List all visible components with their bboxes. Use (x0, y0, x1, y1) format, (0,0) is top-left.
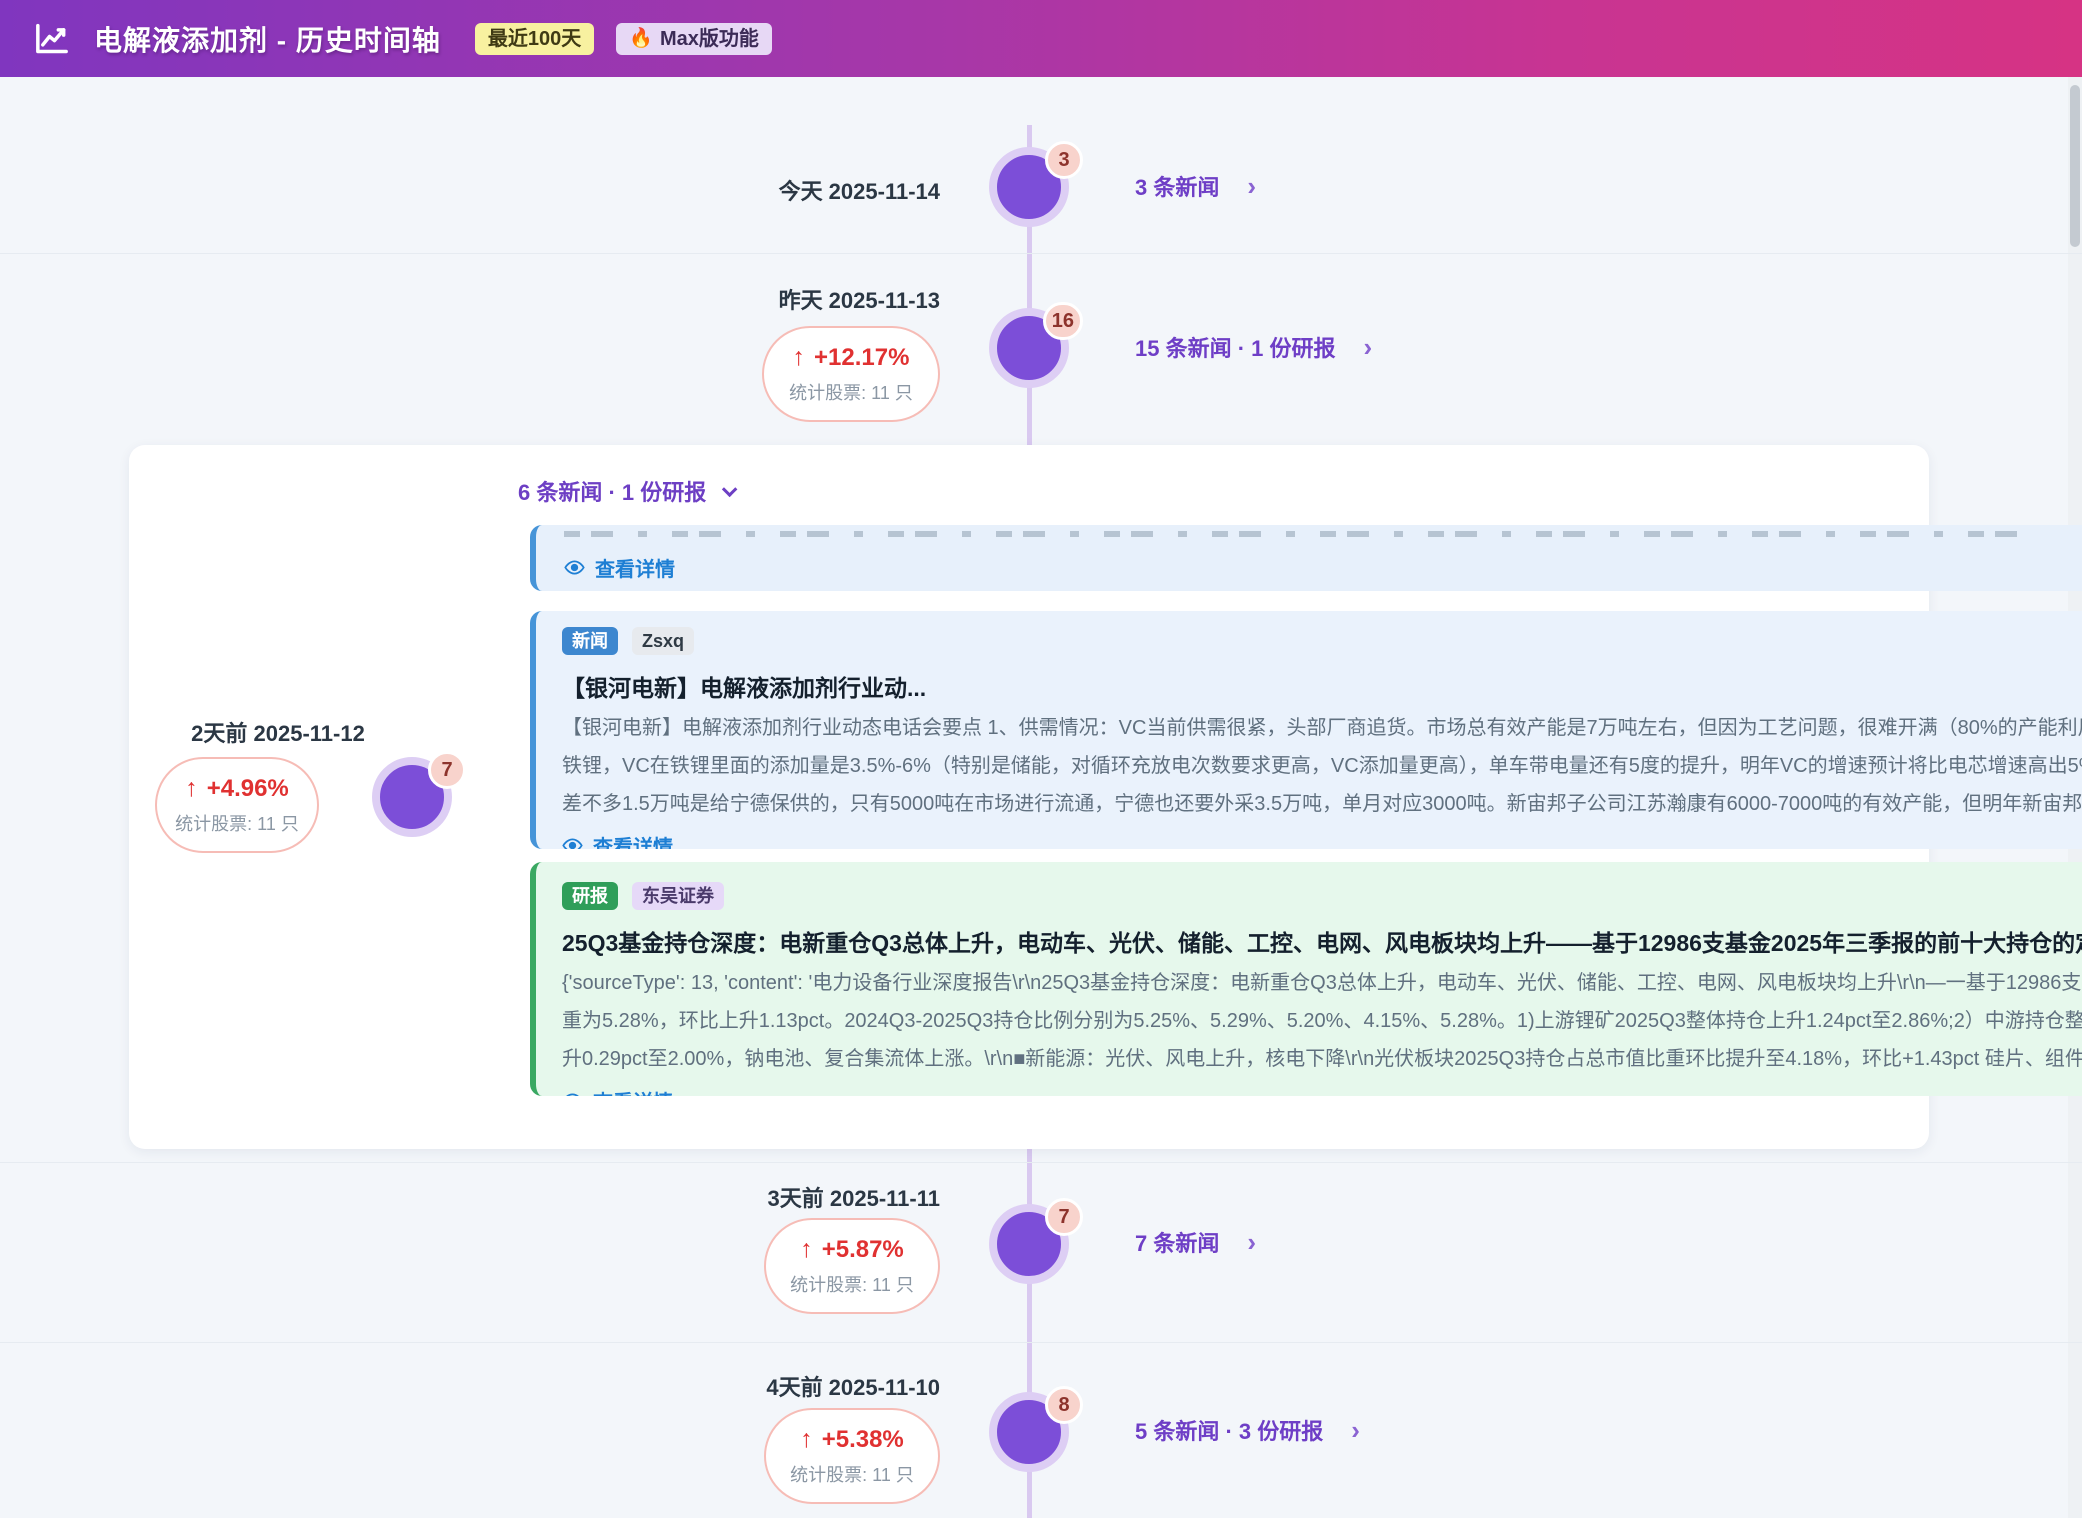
count-badge: 7 (1045, 1198, 1083, 1236)
news-link-label: 3 条新闻 (1135, 170, 1219, 202)
news-link-4-days-ago[interactable]: 5 条新闻 · 3 份研报 › (1135, 1414, 1360, 1446)
news-body: 【银河电新】电解液添加剂行业动态电话会要点 1、供需情况：VC当前供需很紧，头部… (562, 709, 2082, 823)
news-link-3-days-ago[interactable]: 7 条新闻 › (1135, 1226, 1256, 1258)
pct-change: ↑ +5.38% (776, 1425, 928, 1454)
report-body-line: 升0.29pct至2.00%，钠电池、复合集流体上涨。\r\n■新能源：光伏、风… (562, 1040, 2082, 1078)
scrollbar-thumb[interactable] (2070, 85, 2080, 247)
badge-row: 新闻 Zsxq (562, 627, 2082, 655)
view-details-label: 查看详情 (593, 831, 673, 849)
pct-value: +5.87% (822, 1236, 904, 1264)
expanded-day-card: 2天前 2025-11-12 ↑ +4.96% 统计股票: 11 只 7 6 条… (129, 445, 1929, 1149)
up-arrow-icon: ↑ (793, 343, 806, 372)
news-body-line: 铁锂，VC在铁锂里面的添加量是3.5%-6%（特别是储能，对循环充放电次数要求更… (562, 747, 2082, 785)
view-details-link[interactable]: 查看详情 (564, 553, 675, 582)
timeline-node-2-days-ago[interactable]: 7 (372, 757, 452, 837)
stocks-count: 统计股票: 11 只 (774, 381, 928, 405)
report-body: {'sourceType': 13, 'content': '电力设备行业深度报… (562, 964, 2082, 1078)
report-body-line: {'sourceType': 13, 'content': '电力设备行业深度报… (562, 964, 2082, 1002)
up-arrow-icon: ↑ (800, 1235, 813, 1264)
news-body-line: 【银河电新】电解液添加剂行业动态电话会要点 1、供需情况：VC当前供需很紧，头部… (562, 709, 2082, 747)
news-link-label: 7 条新闻 (1135, 1226, 1219, 1258)
max-feature-badge: 🔥 Max版功能 (616, 23, 772, 55)
fire-icon: 🔥 (629, 29, 653, 48)
count-badge: 7 (428, 751, 466, 789)
news-link-today[interactable]: 3 条新闻 › (1135, 170, 1256, 202)
eye-icon (564, 557, 585, 578)
timeline-node-today[interactable]: 3 (989, 147, 1069, 227)
news-title: 【银河电新】电解液添加剂行业动... (562, 669, 2082, 703)
pct-value: +12.17% (814, 344, 909, 372)
source-badge: 东吴证券 (632, 882, 724, 910)
page-title: 电解液添加剂 - 历史时间轴 (94, 19, 441, 59)
chevron-right-icon: › (1351, 1415, 1360, 1446)
report-item-card: 研报 东吴证券 25Q3基金持仓深度：电新重仓Q3总体上升，电动车、光伏、储能、… (530, 862, 2082, 1096)
summary-label: 6 条新闻 · 1 份研报 (518, 475, 706, 507)
news-item-card-clipped: 查看详情 (530, 525, 2082, 591)
pct-change: ↑ +4.96% (167, 774, 307, 803)
date-label-3-days-ago: 3天前 2025-11-11 (768, 1181, 940, 1213)
type-badge-report: 研报 (562, 882, 618, 910)
divider (0, 253, 2082, 254)
chevron-down-icon (722, 481, 738, 497)
change-pill-2-days-ago: ↑ +4.96% 统计股票: 11 只 (155, 757, 319, 853)
date-label-today: 今天 2025-11-14 (779, 174, 940, 206)
timeline-node-3-days-ago[interactable]: 7 (989, 1204, 1069, 1284)
change-pill-3-days-ago: ↑ +5.87% 统计股票: 11 只 (764, 1218, 940, 1314)
eye-icon (562, 1090, 583, 1096)
timeline-node-yesterday[interactable]: 16 (989, 308, 1069, 388)
chevron-right-icon: › (1247, 1227, 1256, 1258)
badge-row: 研报 东吴证券 (562, 882, 2082, 910)
type-badge-news: 新闻 (562, 627, 618, 655)
stocks-count: 统计股票: 11 只 (776, 1273, 928, 1297)
date-label-yesterday: 昨天 2025-11-13 (779, 283, 940, 315)
up-arrow-icon: ↑ (185, 774, 198, 803)
pct-value: +4.96% (207, 775, 289, 803)
count-badge: 16 (1043, 302, 1083, 340)
up-arrow-icon: ↑ (800, 1425, 813, 1454)
count-badge: 8 (1045, 1386, 1083, 1424)
eye-icon (562, 835, 583, 849)
news-body-line: 差不多1.5万吨是给宁德保供的，只有5000吨在市场进行流通，宁德也还要外采3.… (562, 785, 2082, 823)
expanded-summary-toggle[interactable]: 6 条新闻 · 1 份研报 (518, 475, 733, 507)
stocks-count: 统计股票: 11 只 (776, 1463, 928, 1487)
report-title: 25Q3基金持仓深度：电新重仓Q3总体上升，电动车、光伏、储能、工控、电网、风电… (562, 924, 2082, 958)
view-details-label: 查看详情 (595, 553, 675, 582)
app-header: 电解液添加剂 - 历史时间轴 最近100天 🔥 Max版功能 (0, 0, 2082, 77)
news-item-card: 新闻 Zsxq 【银河电新】电解液添加剂行业动... 【银河电新】电解液添加剂行… (530, 611, 2082, 849)
news-link-label: 15 条新闻 · 1 份研报 (1135, 331, 1335, 363)
divider (0, 1162, 2082, 1163)
view-details-link[interactable]: 查看详情 (562, 1086, 673, 1096)
view-details-label: 查看详情 (593, 1086, 673, 1096)
change-pill-4-days-ago: ↑ +5.38% 统计股票: 11 只 (764, 1408, 940, 1504)
truncated-text (564, 531, 2023, 537)
pct-change: ↑ +5.87% (776, 1235, 928, 1264)
change-pill-yesterday: ↑ +12.17% 统计股票: 11 只 (762, 326, 940, 422)
line-chart-icon (32, 19, 72, 59)
pct-change: ↑ +12.17% (774, 343, 928, 372)
source-badge: Zsxq (632, 627, 694, 655)
news-link-yesterday[interactable]: 15 条新闻 · 1 份研报 › (1135, 331, 1372, 363)
timeline-node-4-days-ago[interactable]: 8 (989, 1392, 1069, 1472)
chevron-right-icon: › (1363, 332, 1372, 363)
news-link-label: 5 条新闻 · 3 份研报 (1135, 1414, 1323, 1446)
pct-value: +5.38% (822, 1426, 904, 1454)
timeline-page: 电解液添加剂 - 历史时间轴 最近100天 🔥 Max版功能 今天 2025-1… (0, 0, 2082, 1518)
date-label-2-days-ago: 2天前 2025-11-12 (153, 716, 403, 748)
date-label-4-days-ago: 4天前 2025-11-10 (766, 1370, 940, 1402)
view-details-link[interactable]: 查看详情 (562, 831, 673, 849)
divider (0, 1342, 2082, 1343)
report-body-line: 重为5.28%，环比上升1.13pct。2024Q3-2025Q3持仓比例分别为… (562, 1002, 2082, 1040)
count-badge: 3 (1045, 141, 1083, 179)
chevron-right-icon: › (1247, 171, 1256, 202)
stocks-count: 统计股票: 11 只 (167, 812, 307, 836)
date-range-badge: 最近100天 (475, 23, 594, 55)
max-feature-label: Max版功能 (660, 29, 759, 49)
